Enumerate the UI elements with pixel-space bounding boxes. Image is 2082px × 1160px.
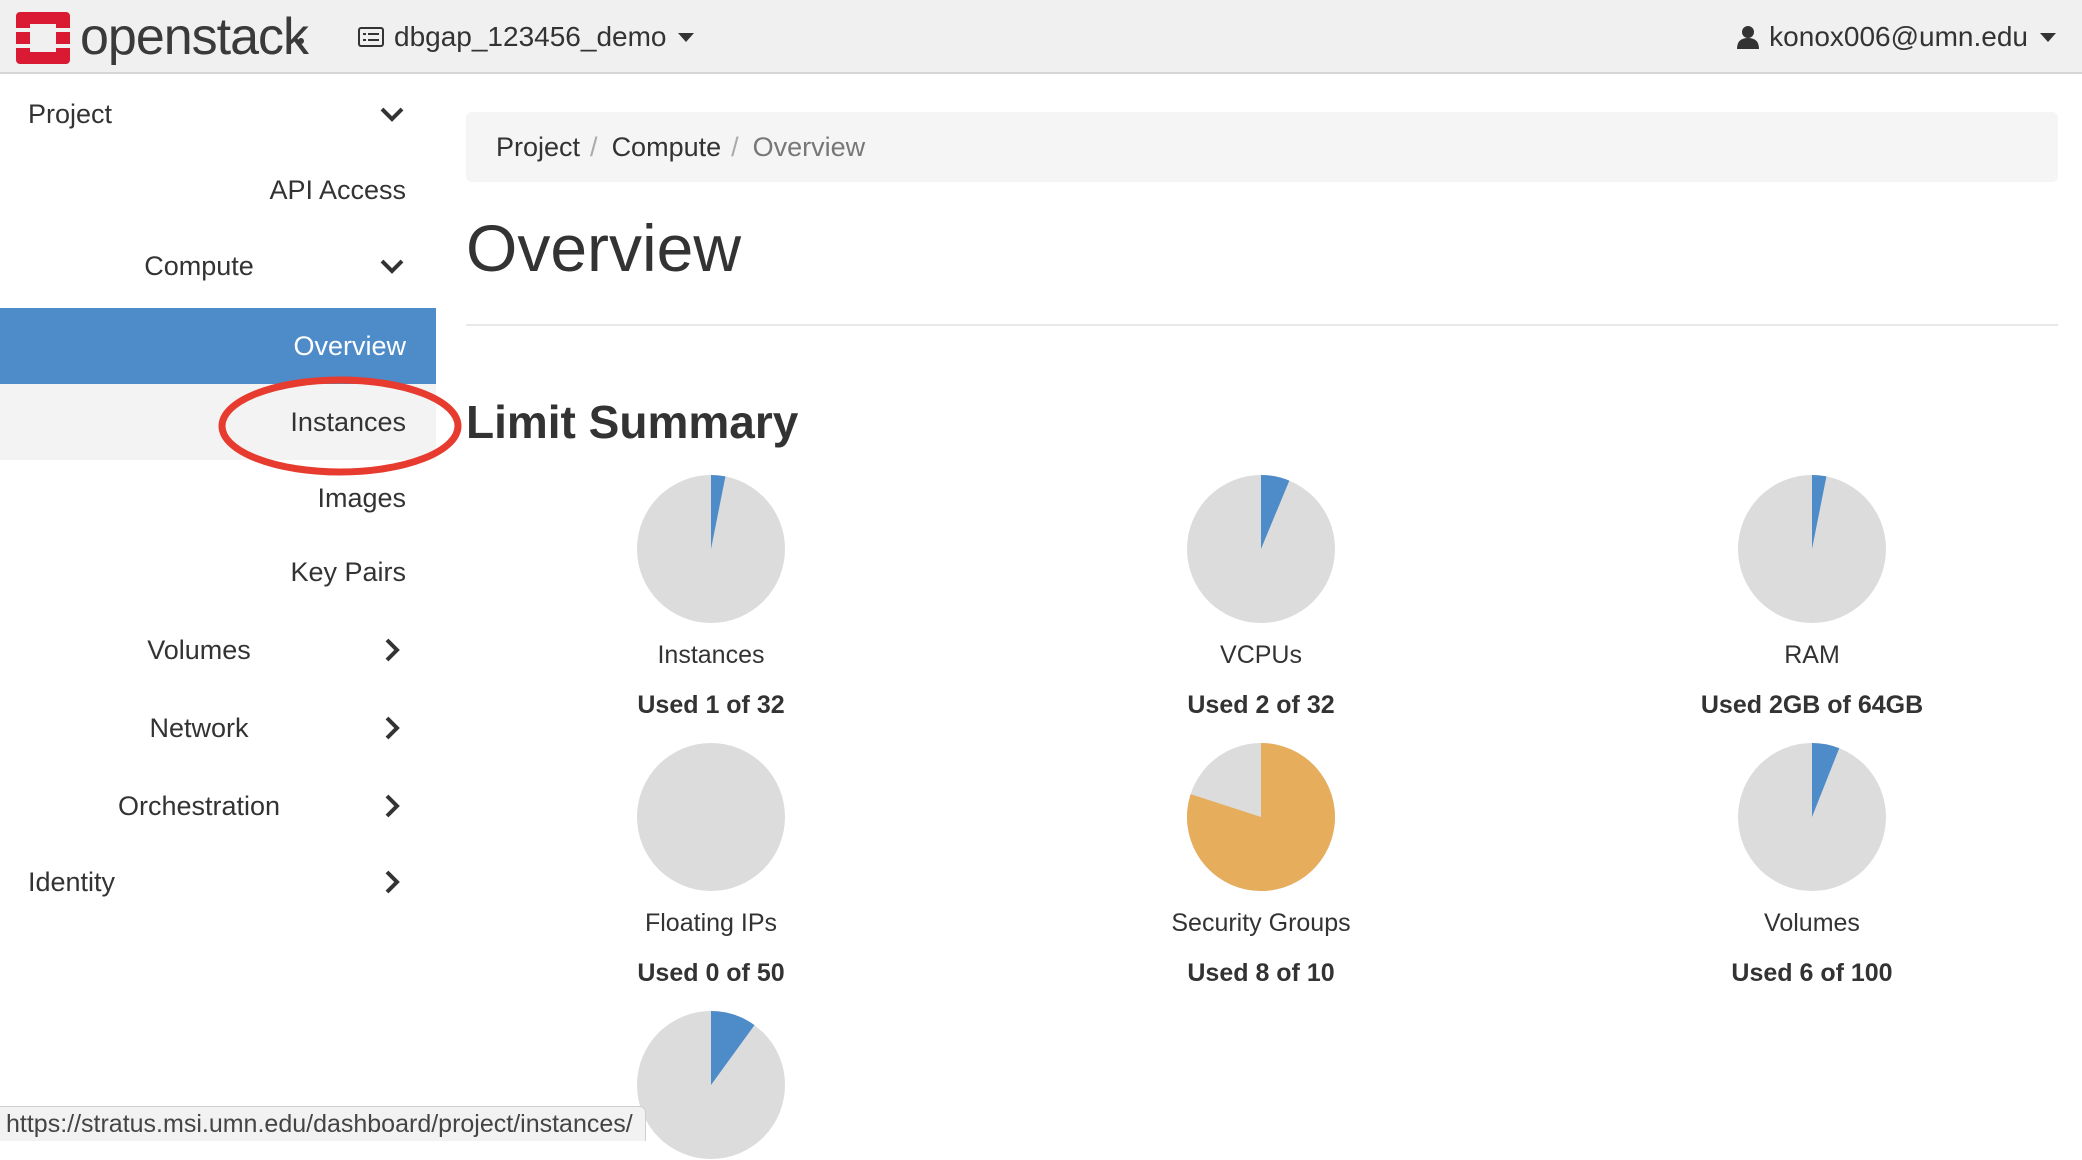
browser-status-url: https://stratus.msi.umn.edu/dashboard/pr… (0, 1106, 646, 1141)
chevron-down-icon (380, 259, 404, 274)
sidebar-item-label: Overview (293, 331, 406, 361)
brand-name[interactable]: openstack (80, 4, 309, 70)
section-title: Limit Summary (466, 396, 799, 448)
sidebar-item-label: Compute (144, 251, 254, 281)
limit-usage-text: Used 6 of 100 (1731, 959, 1893, 987)
breadcrumb-current: Overview (752, 131, 866, 162)
breadcrumb-compute[interactable]: Compute (612, 132, 722, 163)
sidebar-item-images[interactable]: Images (0, 460, 436, 536)
sidebar-item-instances[interactable]: Instances (0, 384, 436, 460)
pie-chart (1187, 475, 1335, 623)
sidebar-item-overview[interactable]: Overview (0, 308, 436, 384)
sidebar-item-label: Project (28, 99, 113, 129)
pie-chart (637, 1011, 785, 1159)
pie-slice-remaining (637, 743, 785, 891)
sidebar-item-label: Volumes (147, 635, 251, 665)
sidebar-item-label: Images (317, 483, 406, 513)
caret-down-icon (2040, 32, 2056, 42)
limit-chart-volumes: Volumes Used 6 of 100 (1612, 742, 2012, 988)
user-email: konox006@umn.edu (1769, 21, 2028, 52)
limit-label: Security Groups (1171, 909, 1351, 937)
breadcrumb-separator: / (731, 131, 739, 162)
chevron-right-icon (385, 638, 400, 662)
limit-chart-ram: RAM Used 2GB of 64GB (1612, 474, 2012, 720)
limit-label: RAM (1784, 641, 1840, 669)
chevron-right-icon (385, 794, 400, 818)
project-list-icon (358, 27, 384, 47)
title-divider (466, 324, 2058, 326)
chevron-right-icon (385, 870, 400, 894)
sidebar-item-label: Orchestration (117, 791, 281, 821)
limit-chart-instances: Instances Used 1 of 32 (511, 474, 911, 720)
breadcrumb-project[interactable]: Project (496, 132, 580, 163)
sidebar-item-compute[interactable]: Compute (0, 228, 436, 304)
limit-chart-security-groups: Security Groups Used 8 of 10 (1061, 742, 1461, 988)
sidebar: Project API Access Compute Overview Inst… (0, 76, 436, 1140)
limit-usage-text: Used 1 of 32 (637, 691, 785, 719)
page-title: Overview (466, 211, 742, 285)
pie-chart (1738, 743, 1886, 891)
sidebar-item-label: Key Pairs (290, 557, 406, 587)
brand-trademark-dot (298, 38, 304, 44)
project-name: dbgap_123456_demo (394, 21, 667, 52)
caret-down-icon (678, 32, 695, 42)
limit-usage-text: Used 2 of 32 (1187, 691, 1335, 719)
limit-usage-text: Used 8 of 10 (1187, 959, 1335, 987)
pie-chart (1187, 743, 1335, 891)
limit-chart-vcpus: VCPUs Used 2 of 32 (1061, 474, 1461, 720)
pie-chart (637, 475, 785, 623)
limit-usage-text: Used 2GB of 64GB (1700, 691, 1924, 719)
breadcrumb-separator: / (590, 131, 598, 162)
sidebar-item-label: Identity (28, 867, 116, 897)
limit-label: Volumes (1764, 909, 1860, 937)
sidebar-item-label: Instances (290, 407, 406, 437)
user-icon (1737, 26, 1760, 49)
sidebar-item-orchestration[interactable]: Orchestration (0, 768, 436, 844)
limit-chart-floating-ips: Floating IPs Used 0 of 50 (511, 742, 911, 988)
breadcrumb: Project / Compute / Overview (466, 112, 2058, 182)
user-menu[interactable]: konox006@umn.edu (1737, 0, 2056, 74)
sidebar-item-api-access[interactable]: API Access (0, 152, 436, 228)
sidebar-item-network[interactable]: Network (0, 690, 436, 766)
openstack-logo-icon[interactable] (16, 12, 70, 64)
sidebar-item-volumes[interactable]: Volumes (0, 612, 436, 688)
pie-chart (1738, 475, 1886, 623)
sidebar-item-label: API Access (269, 175, 406, 205)
chevron-right-icon (385, 716, 400, 740)
sidebar-item-identity[interactable]: Identity (0, 844, 436, 920)
top-navbar: openstack dbgap_123456_demo konox006@umn… (0, 0, 2082, 74)
chevron-down-icon (380, 107, 404, 122)
pie-chart (637, 743, 785, 891)
limit-usage-text: Used 0 of 50 (637, 959, 785, 987)
sidebar-item-project[interactable]: Project (0, 76, 436, 152)
limit-label: Instances (657, 641, 765, 669)
sidebar-item-label: Network (149, 713, 249, 743)
limit-label: Floating IPs (644, 909, 777, 937)
sidebar-item-key-pairs[interactable]: Key Pairs (0, 534, 436, 610)
project-switcher[interactable]: dbgap_123456_demo (358, 0, 695, 74)
limit-label: VCPUs (1220, 641, 1302, 669)
